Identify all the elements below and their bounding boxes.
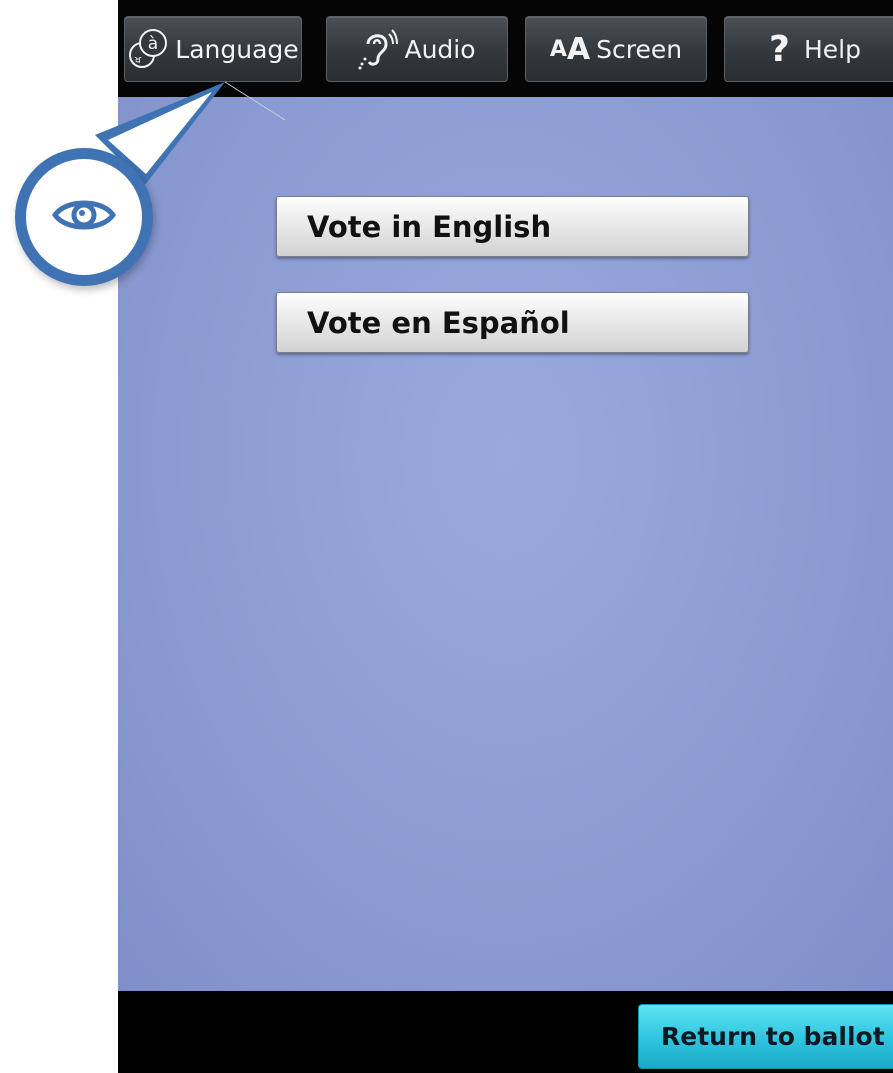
language-icon: à ਖ <box>127 28 169 70</box>
audio-button[interactable]: Audio <box>326 16 508 82</box>
help-button[interactable]: ? Help <box>724 16 893 82</box>
toolbar: à ਖ Language Audio A A Screen ? Help <box>118 0 893 97</box>
return-to-ballot-button[interactable]: Return to ballot <box>638 1004 893 1069</box>
vote-english-button[interactable]: Vote in English <box>276 196 749 257</box>
help-icon: ? <box>769 28 790 70</box>
language-label: Language <box>175 34 299 64</box>
svg-text:ਖ: ਖ <box>134 55 142 66</box>
eye-icon <box>51 195 117 240</box>
footer-bar: Return to ballot <box>118 991 893 1073</box>
language-button[interactable]: à ਖ Language <box>124 16 302 82</box>
audio-label: Audio <box>404 34 476 64</box>
svg-text:à: à <box>148 34 158 54</box>
ear-icon <box>358 28 399 70</box>
text-size-icon: AA <box>549 31 591 67</box>
ballot-screen: à ਖ Language Audio A A Screen ? Help Vot… <box>118 0 893 1073</box>
language-selection-panel: Vote in English Vote en Español <box>118 97 893 991</box>
screen-button[interactable]: AA Screen <box>525 16 707 82</box>
help-label: Help <box>803 34 861 64</box>
vote-espanol-button[interactable]: Vote en Español <box>276 292 749 353</box>
screen-label: Screen <box>596 34 683 64</box>
